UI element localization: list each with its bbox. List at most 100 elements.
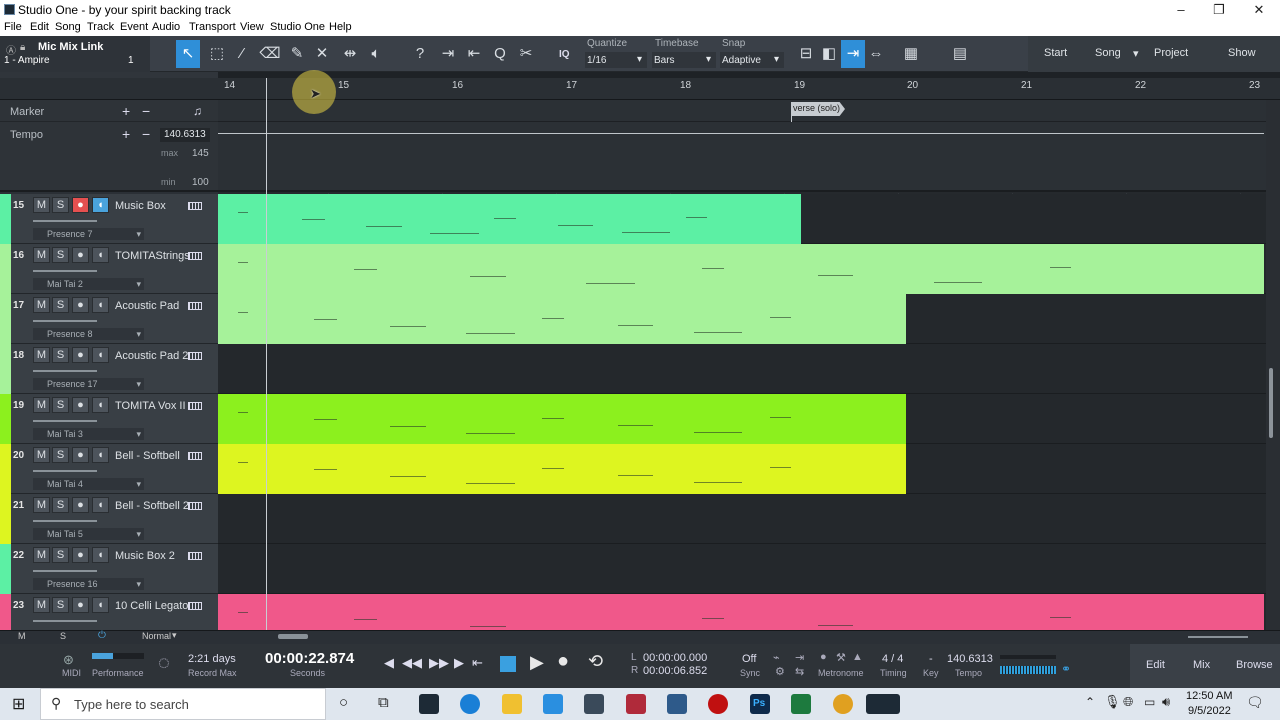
track-lane[interactable] [218,544,1266,594]
tempo-lane[interactable] [218,122,1266,192]
snap-select[interactable]: Adaptive ▾ [720,52,784,68]
rewind-icon[interactable]: ◀◀ [402,655,422,671]
mute-button[interactable]: M [33,597,50,613]
menu-help[interactable]: Help [329,21,352,33]
record-arm-button[interactable]: ● [72,197,89,213]
monitor-button[interactable]: ◖ [92,247,109,263]
monitor-button[interactable]: ◖ [92,497,109,513]
time-display[interactable]: 00:00:22.874 [265,650,354,667]
bend-tool-icon[interactable]: ⇹ [338,40,362,68]
volume-fader[interactable] [33,420,97,422]
snap-events-icon[interactable]: ◧ [817,40,841,68]
instrument-select[interactable]: Mai Tai 5 [33,528,144,540]
volume-fader[interactable] [33,520,97,522]
mix-view-button[interactable]: Mix [1193,659,1210,671]
loop-start-value[interactable]: 00:00:00.000 [643,652,707,664]
instrument-select[interactable]: Presence 16 [33,578,144,590]
tray-chevron-icon[interactable]: ⌃ [1085,695,1095,709]
instrument-select[interactable]: Presence 7 [33,228,144,240]
vertical-scrollbar[interactable] [1266,100,1280,630]
photoshop-icon[interactable]: Ps [750,694,770,714]
maximize-button[interactable]: ❐ [1200,0,1238,20]
solo-button[interactable]: S [52,397,69,413]
track-name[interactable]: TOMITA Vox II [115,400,186,412]
track-name[interactable]: Acoustic Pad [115,300,179,312]
midi-clip[interactable] [218,394,906,444]
record-button[interactable]: ● [557,650,569,673]
mute-button[interactable]: M [33,497,50,513]
precount-icon[interactable]: ⌁ [773,651,780,664]
track-lane[interactable] [218,244,1266,294]
monitor-button[interactable]: ◖ [92,297,109,313]
start-page-button[interactable]: Start [1044,47,1067,59]
zoom-slider[interactable] [1188,636,1248,638]
mute-button[interactable]: M [33,247,50,263]
tempo-value-display[interactable]: 140.6313 [947,653,993,665]
clock-date[interactable]: 9/5/2022 [1188,705,1231,717]
menu-transport[interactable]: Transport [189,21,236,33]
task-view-icon[interactable]: ⧉ [378,694,389,711]
metronome-icon[interactable]: ▲ [852,651,863,663]
menu-studio-one[interactable]: Studio One [270,21,325,33]
quantize-select[interactable]: 1/16 ▾ [585,52,647,68]
solo-button[interactable]: S [52,247,69,263]
monitor-button[interactable]: ◖ [92,347,109,363]
time-signature-value[interactable]: 4 / 4 [882,653,903,665]
show-page-button[interactable]: Show [1228,47,1256,59]
marker-lane[interactable]: verse (solo) [218,100,1266,122]
record-app-icon[interactable] [708,694,728,714]
track-lane[interactable] [218,394,1266,444]
sync-value[interactable]: Off [742,653,756,665]
track-lane[interactable] [218,194,1266,244]
go-to-end-icon[interactable]: ⇤ [472,655,483,671]
solo-button[interactable]: S [52,547,69,563]
midi-clip[interactable] [218,294,906,344]
help-icon[interactable]: ? [408,40,432,68]
track-header[interactable]: 19 M S ● ◖ TOMITA Vox II Mai Tai 3 [0,394,218,444]
scissors-icon[interactable]: ✂ [514,40,538,68]
close-button[interactable]: ✕ [1240,0,1278,20]
track-name[interactable]: TOMITAStrings [115,250,190,262]
track-lane[interactable] [218,594,1266,630]
eraser-tool-icon[interactable]: ⌫ [258,40,282,68]
monitor-button[interactable]: ◖ [92,397,109,413]
listen-tool-icon[interactable]: 🔈︎ [364,40,388,68]
track-header[interactable]: 18 M S ● ◖ Acoustic Pad 2 Presence 17 [0,344,218,394]
windows-start-icon[interactable]: ⊞ [12,694,25,714]
track-header[interactable]: 21 M S ● ◖ Bell - Softbell 2 Mai Tai 5 [0,494,218,544]
mute-button[interactable]: M [33,447,50,463]
track-name[interactable]: Acoustic Pad 2 [115,350,188,362]
taskbar-search-box[interactable]: ⚲ Type here to search [40,688,326,720]
menu-track[interactable]: Track [87,21,114,33]
midi-clip[interactable] [218,244,1264,294]
mute-button[interactable]: M [33,397,50,413]
excel-icon[interactable] [791,694,811,714]
monitor-button[interactable]: ◖ [92,597,109,613]
power-icon[interactable]: ⏻ [98,630,106,641]
studio-one-taskbar-icon[interactable] [419,694,439,714]
link-icon[interactable]: ⚭ [1061,662,1071,676]
instrument-select[interactable]: Mai Tai 2 [33,278,144,290]
monitor-button[interactable]: ◖ [92,197,109,213]
volume-fader[interactable] [33,570,97,572]
record-arm-button[interactable]: ● [72,597,89,613]
horizontal-scroll-thumb[interactable] [278,634,308,639]
track-header[interactable]: 16 M S ● ◖ TOMITAStrings Mai Tai 2 [0,244,218,294]
store-icon[interactable] [584,694,604,714]
film-icon[interactable]: ▤ [948,40,972,68]
return-to-zero-icon[interactable]: ◀ [384,655,394,671]
notification-icon[interactable]: 🗨︎ [1246,694,1264,711]
volume-fader[interactable] [33,470,97,472]
mute-button[interactable]: M [33,547,50,563]
track-name[interactable]: Bell - Softbell 2 [115,500,189,512]
project-page-button[interactable]: Project [1154,47,1188,59]
record-arm-button[interactable]: ● [72,547,89,563]
end-icon[interactable]: ▶ [454,655,464,671]
quantize-50-icon[interactable]: ⇤ [462,40,486,68]
solo-button[interactable]: S [52,447,69,463]
volume-fader[interactable] [33,620,97,622]
quantize-icon[interactable]: ⇥ [436,40,460,68]
instrument-select[interactable]: Presence 8 [33,328,144,340]
track-name[interactable]: Music Box 2 [115,550,175,562]
global-mute-button[interactable]: M [18,631,26,641]
